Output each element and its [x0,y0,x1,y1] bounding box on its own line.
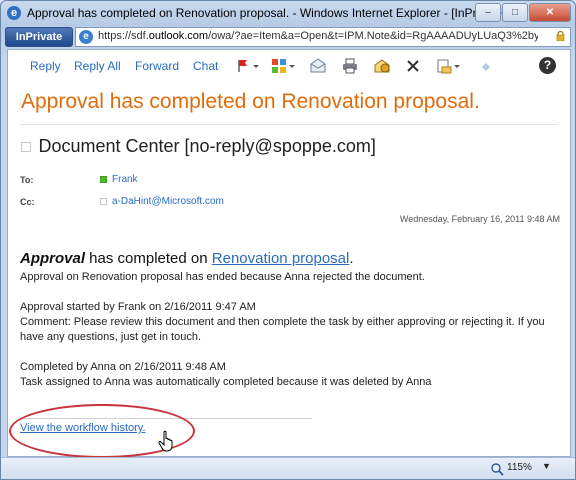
cc-label: Cc: [20,197,35,207]
url-field[interactable]: e https://sdf.outlook.com/owa/?ae=Item&a… [75,27,571,47]
maximize-button[interactable]: □ [502,3,528,22]
minimize-button[interactable]: – [475,3,501,22]
message-subject: Approval has completed on Renovation pro… [21,90,480,113]
flag-icon[interactable] [234,57,252,75]
heading-text: has completed on [85,250,212,267]
zoom-icon[interactable] [490,462,504,476]
to-recipient-name: Frank [112,174,138,185]
cc-recipient-name: a-DaHint@Microsoft.com [112,196,224,207]
reply-all-button[interactable]: Reply All [74,59,121,73]
body-line-ended: Approval on Renovation proposal has ende… [20,271,425,283]
reply-button[interactable]: Reply [30,59,61,73]
zoom-dropdown-icon[interactable]: ▼ [542,461,551,471]
print-icon[interactable] [341,57,359,75]
forward-button[interactable]: Forward [135,59,179,73]
to-recipient[interactable]: Frank [100,174,138,185]
page-content: Reply Reply All Forward Chat ? Approval … [7,49,571,458]
sender-presence-icon [21,141,31,152]
message-toolbar: Reply Reply All Forward Chat ? [8,50,570,82]
chat-button[interactable]: Chat [193,59,218,73]
close-button[interactable]: ✕ [529,3,571,22]
cc-recipient[interactable]: a-DaHint@Microsoft.com [100,196,224,207]
inprivate-badge[interactable]: InPrivate [5,27,73,47]
sent-date: Wednesday, February 16, 2011 9:48 AM [399,214,560,224]
renovation-proposal-link[interactable]: Renovation proposal [212,250,350,267]
to-label: To: [20,175,34,185]
address-bar: InPrivate e https://sdf.outlook.com/owa/… [5,27,571,47]
move-to-folder-icon[interactable] [435,57,453,75]
browser-window: e Approval has completed on Renovation p… [0,0,576,480]
unknown-presence-icon [100,197,107,205]
hand-cursor-icon [158,430,173,452]
junk-mail-icon[interactable] [373,57,391,75]
heading-period: . [349,250,354,267]
body-heading: Approval has completed on Renovation pro… [20,250,354,267]
next-item-icon[interactable] [477,57,495,75]
delete-icon[interactable] [404,57,422,75]
sender-row: Document Center [no-reply@spoppe.com] [21,136,376,157]
page-icon: e [79,30,93,44]
move-dropdown-icon[interactable] [453,57,461,75]
categories-icon[interactable] [270,57,288,75]
body-line-completed: Completed by Anna on 2/16/2011 9:48 AM [20,361,226,373]
ie-logo-icon: e [7,6,21,20]
categories-dropdown-icon[interactable] [288,57,296,75]
heading-bold: Approval [20,250,86,267]
body-line-task: Task assigned to Anna was automatically … [20,376,432,388]
title-bar[interactable]: e Approval has completed on Renovation p… [1,1,575,25]
mark-unread-icon[interactable] [309,57,327,75]
lock-icon[interactable] [556,31,565,41]
window-title: Approval has completed on Renovation pro… [27,6,506,20]
online-presence-icon [100,175,107,183]
help-icon[interactable]: ? [539,57,556,74]
zoom-level[interactable]: 115% [507,462,532,473]
header-divider [20,124,558,125]
url-text[interactable]: https://sdf.outlook.com/owa/?ae=Item&a=O… [98,30,538,42]
caption-buttons: – □ ✕ [475,3,571,22]
body-line-comment: Comment: Please review this document and… [20,316,545,343]
status-bar: 115% ▼ [1,457,575,479]
flag-dropdown-icon[interactable] [252,57,260,75]
sender-name[interactable]: Document Center [no-reply@spoppe.com] [38,136,375,156]
body-line-started: Approval started by Frank on 2/16/2011 9… [20,301,256,313]
